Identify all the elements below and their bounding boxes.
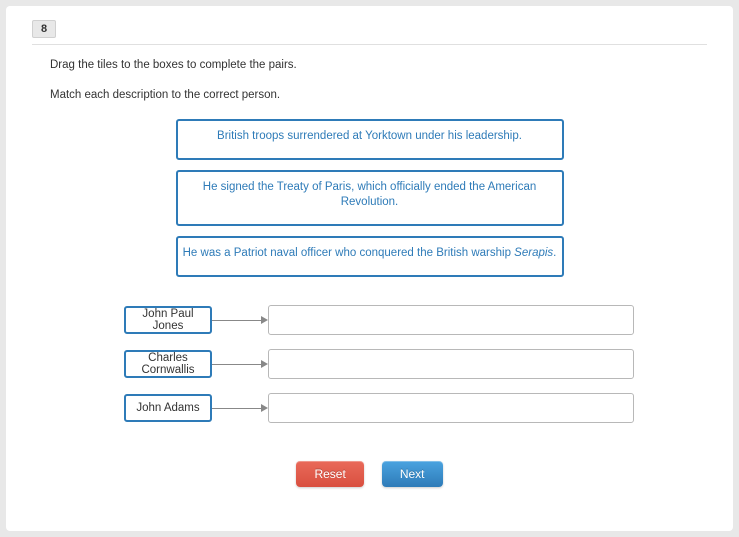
tile-text: He signed the Treaty of Paris, which off…: [203, 181, 536, 208]
draggable-tiles-container: British troops surrendered at Yorktown u…: [6, 119, 733, 287]
reset-button[interactable]: Reset: [296, 461, 363, 487]
tile-text: British troops surrendered at Yorktown u…: [217, 130, 522, 142]
pair-row: John Paul Jones: [124, 305, 733, 335]
pair-rows-container: John Paul Jones Charles Cornwallis John …: [124, 305, 733, 423]
draggable-tile[interactable]: He signed the Treaty of Paris, which off…: [176, 170, 564, 226]
button-row: Reset Next: [6, 461, 733, 487]
next-button[interactable]: Next: [382, 461, 443, 487]
question-number-badge: 8: [32, 20, 56, 38]
tile-text-prefix: He was a Patriot naval officer who conqu…: [183, 247, 515, 259]
tile-text-suffix: .: [553, 247, 556, 259]
pair-row: Charles Cornwallis: [124, 349, 733, 379]
person-name: John Adams: [136, 402, 199, 414]
instruction-line-1: Drag the tiles to the boxes to complete …: [50, 59, 733, 71]
person-label-box: Charles Cornwallis: [124, 350, 212, 378]
person-name: John Paul Jones: [128, 308, 208, 332]
question-panel: 8 Drag the tiles to the boxes to complet…: [6, 6, 733, 531]
question-number-row: 8: [6, 6, 733, 38]
tile-text-italic: Serapis: [514, 247, 553, 259]
arrow-icon: [212, 357, 268, 371]
draggable-tile[interactable]: British troops surrendered at Yorktown u…: [176, 119, 564, 160]
instructions: Drag the tiles to the boxes to complete …: [6, 45, 733, 101]
arrow-icon: [212, 401, 268, 415]
person-label-box: John Paul Jones: [124, 306, 212, 334]
arrow-icon: [212, 313, 268, 327]
person-label-box: John Adams: [124, 394, 212, 422]
draggable-tile[interactable]: He was a Patriot naval officer who conqu…: [176, 236, 564, 277]
pair-row: John Adams: [124, 393, 733, 423]
person-name: Charles Cornwallis: [128, 352, 208, 376]
drop-target[interactable]: [268, 349, 634, 379]
drop-target[interactable]: [268, 305, 634, 335]
drop-target[interactable]: [268, 393, 634, 423]
instruction-line-2: Match each description to the correct pe…: [50, 89, 733, 101]
